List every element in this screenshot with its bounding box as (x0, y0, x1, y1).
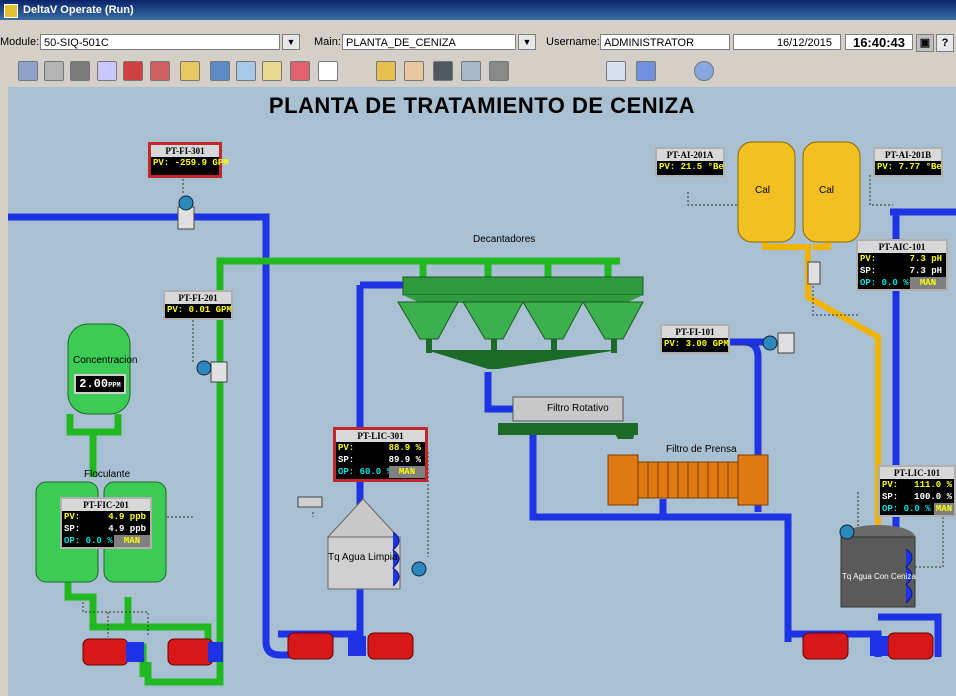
floculante-label: Floculante (84, 469, 131, 480)
alarm-icon[interactable] (150, 61, 170, 81)
display-icon[interactable] (236, 61, 256, 81)
faceplate-pt-lic-101[interactable]: PT-LIC-101 PV: 111.0 % SP: 100.0 % OP: 0.0… (878, 465, 956, 517)
lic301-op-row: OP: 60.0 %MAN (336, 466, 425, 478)
process-graphics (8, 141, 956, 686)
lic301-mode[interactable]: MAN (389, 466, 425, 478)
grid-icon[interactable] (123, 61, 143, 81)
aic101-op-row: OP: 0.0 % MAN (858, 277, 946, 289)
faceplate-pt-fi-301[interactable]: PT-FI-301 PV: -259.9 GPM (148, 142, 229, 178)
concentracion-value: 2.00 (79, 377, 109, 391)
fic201-tag: PT-FIC-201 (62, 499, 150, 511)
fi201-tag: PT-FI-201 (165, 292, 231, 304)
faceplate-pt-fi-201[interactable]: PT-FI-201 PV: 0.01 GPM (163, 290, 233, 320)
fic201-mode[interactable]: MAN (114, 535, 150, 547)
tools-icon[interactable] (636, 61, 656, 81)
lic301-tag: PT-LIC-301 (336, 430, 425, 442)
lic301-pv-row: PV: 88.9 % (338, 443, 421, 453)
info-bar: Module: 50-SIQ-501C ▼ Main: PLANTA_DE_CE… (0, 32, 956, 54)
fic201-pv-row: PV: 4.9 ppb (64, 512, 146, 522)
concentracion-label: Concentracion (73, 355, 138, 366)
tq-agua-limpia (326, 498, 401, 590)
report-icon[interactable] (318, 61, 338, 81)
lic101-mode[interactable]: MAN (934, 503, 954, 515)
username-label: Username: (546, 36, 600, 48)
decanters (397, 276, 644, 369)
window-title: DeltaV Operate (Run) (23, 4, 134, 16)
toolbar (0, 56, 956, 86)
faceplate-pt-ai-201b[interactable]: PT-AI-201B PV: 7.77 °Be (873, 147, 943, 177)
faceplate-pt-ai-201a[interactable]: PT-AI-201A PV: 21.5 °Be (655, 147, 725, 177)
ai201a-pv-row: PV: 21.5 °Be (659, 162, 724, 172)
fi101-tag: PT-FI-101 (662, 326, 728, 338)
main-label: Main: (314, 36, 341, 48)
back-arrow-icon[interactable] (210, 61, 230, 81)
cabinet-icon[interactable] (70, 61, 90, 81)
nav-icon[interactable] (18, 61, 38, 81)
lic101-pv-row: PV: 111.0 % (882, 480, 952, 490)
fi301-pv-row: PV: -259.9 GPM (153, 158, 229, 168)
aic101-pv-row: PV: 7.3 pH (860, 254, 942, 264)
trend-icon[interactable] (97, 61, 117, 81)
filtro-prensa-label: Filtro de Prensa (666, 444, 737, 455)
pin-button[interactable]: ▣ (916, 34, 934, 52)
faceplate-pt-lic-301[interactable]: PT-LIC-301 PV: 88.9 % SP: 89.9 % OP: 60.0 … (333, 427, 428, 482)
filter-press (607, 454, 769, 506)
aic101-mode[interactable]: MAN (910, 277, 946, 289)
note-icon[interactable] (262, 61, 282, 81)
diagram-icon[interactable] (461, 61, 481, 81)
lic301-sp-row: SP: 89.9 % (338, 455, 421, 465)
ai201b-tag: PT-AI-201B (875, 149, 941, 161)
aic101-sp-row: SP: 7.3 pH (860, 266, 942, 276)
concentracion-readout[interactable]: 2.00PPM (74, 374, 126, 394)
clock-icon[interactable] (694, 61, 714, 81)
cal-label-1: Cal (755, 185, 771, 196)
lic101-tag: PT-LIC-101 (880, 467, 954, 479)
concentracion-tank (67, 323, 131, 415)
module-dropdown-icon[interactable]: ▼ (282, 34, 300, 50)
ai201a-tag: PT-AI-201A (657, 149, 723, 161)
date-field: 16/12/2015 (733, 34, 841, 50)
faceplate-pt-fic-201[interactable]: PT-FIC-201 PV: 4.9 ppb SP: 4.9 ppb OP: 0.0… (60, 497, 152, 549)
cal-label-2: Cal (819, 185, 835, 196)
tq-agua-ceniza-label: Tq Agua Con Ceniza (842, 572, 916, 581)
aic101-tag: PT-AIC-101 (858, 241, 946, 253)
main-field[interactable]: PLANTA_DE_CENIZA (342, 34, 516, 50)
deltav-app-icon (4, 4, 18, 18)
chart-icon[interactable] (433, 61, 453, 81)
ai201b-pv-row: PV: 7.77 °Be (877, 162, 942, 172)
module-label: Module: (0, 36, 40, 48)
username-field: ADMINISTRATOR (600, 34, 730, 50)
fi301-tag: PT-FI-301 (151, 145, 219, 157)
list-icon[interactable] (290, 61, 310, 81)
faceplate-pt-aic-101[interactable]: PT-AIC-101 PV: 7.3 pH SP: 7.3 pH OP: 0.0 %… (856, 239, 948, 291)
window-titlebar: DeltaV Operate (Run) (0, 0, 956, 20)
fi201-pv-row: PV: 0.01 GPM (167, 305, 232, 315)
fi101-pv-row: PV: 3.00 GPM (664, 339, 729, 349)
decantadores-label: Decantadores (473, 234, 536, 245)
concentracion-unit: PPM (108, 382, 121, 390)
fic201-op-row: OP: 0.0 % MAN (62, 535, 150, 547)
page-title: PLANTA DE TRATAMIENTO DE CENIZA (268, 93, 696, 118)
lic101-sp-row: SP: 100.0 % (882, 492, 952, 502)
main-dropdown-icon[interactable]: ▼ (518, 34, 536, 50)
document-icon[interactable] (606, 61, 626, 81)
faceplate-pt-fi-101[interactable]: PT-FI-101 PV: 3.00 GPM (660, 324, 730, 354)
print-icon[interactable] (44, 61, 64, 81)
users-icon[interactable] (404, 61, 424, 81)
fic201-sp-row: SP: 4.9 ppb (64, 524, 146, 534)
config-icon[interactable] (489, 61, 509, 81)
deltav-icon[interactable] (376, 61, 396, 81)
module-field[interactable]: 50-SIQ-501C (40, 34, 280, 50)
open-folder-icon[interactable] (180, 61, 200, 81)
filtro-rotativo-label: Filtro Rotativo (547, 403, 609, 414)
time-field: 16:40:43 (845, 34, 913, 50)
lic101-op-row: OP: 0.0 % MAN (882, 503, 954, 515)
process-display: PLANTA DE TRATAMIENTO DE CENIZA Decantad… (8, 87, 956, 696)
help-button[interactable]: ? (936, 34, 954, 52)
tq-agua-limpia-label: Tq Agua Limpia (328, 552, 398, 563)
